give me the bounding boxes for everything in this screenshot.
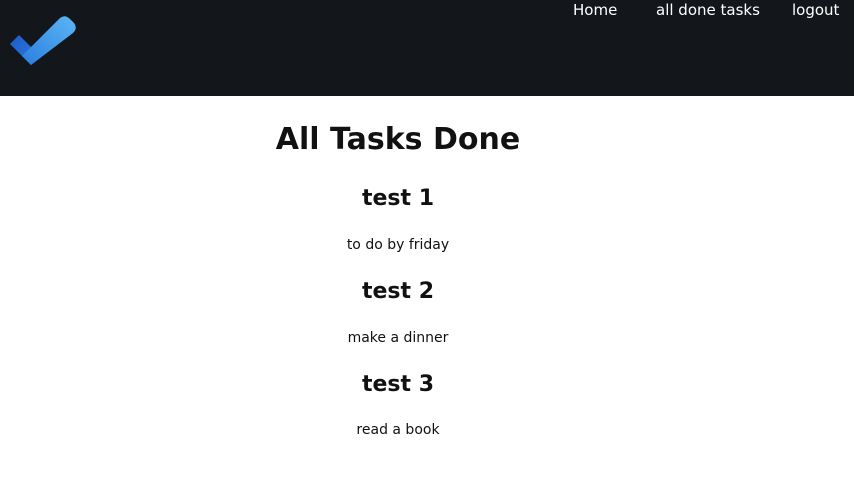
task-description: to do by friday [346,237,450,253]
navbar: Home all done tasks logout [0,0,854,96]
task-description: read a book [356,422,440,438]
nav-link-all-done-tasks[interactable]: all done tasks [656,0,760,20]
nav-link-logout[interactable]: logout [792,0,839,20]
page-title: All Tasks Done [275,122,521,157]
checkmark-logo-icon[interactable] [9,16,79,74]
task-description: make a dinner [347,330,449,346]
task-title: test 2 [361,279,434,304]
task-title: test 3 [361,372,434,397]
task-title: test 1 [361,186,434,211]
nav-link-home[interactable]: Home [573,0,617,20]
